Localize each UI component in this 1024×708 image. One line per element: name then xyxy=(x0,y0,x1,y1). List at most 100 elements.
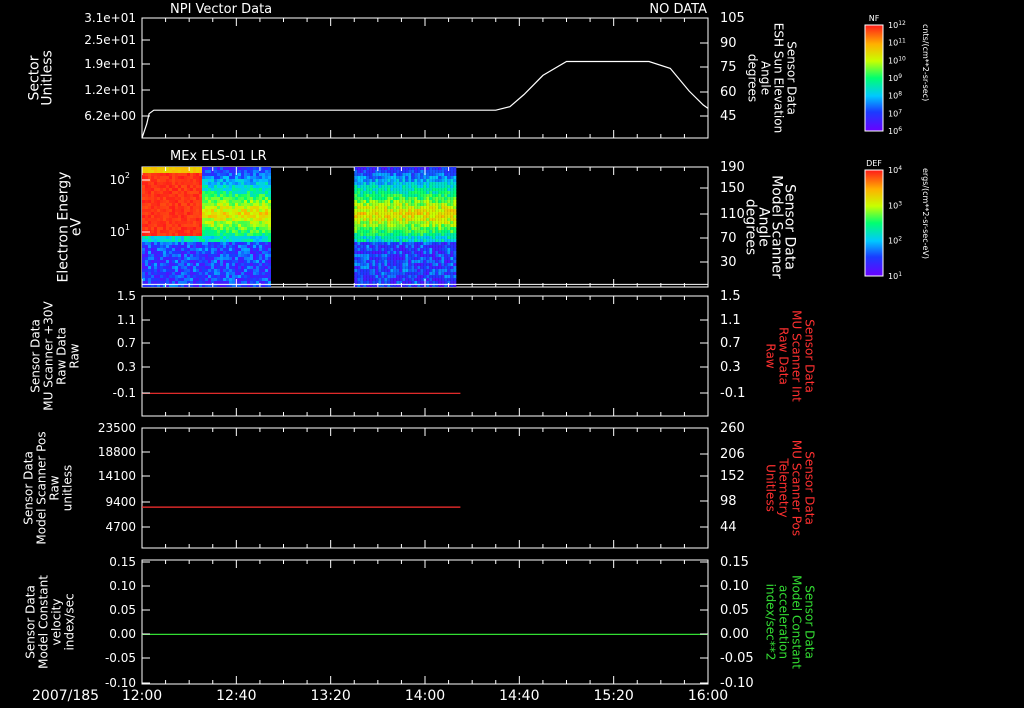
spectrogram-cell xyxy=(429,203,433,207)
spectrogram-cell xyxy=(390,170,394,174)
spectrogram-cell xyxy=(223,254,226,258)
spectrogram-cell xyxy=(396,224,400,228)
spectrogram-cell xyxy=(372,215,376,219)
spectrogram-cell xyxy=(211,203,214,207)
spectrogram-cell xyxy=(259,260,262,264)
spectrogram-cell xyxy=(354,263,358,267)
spectrogram-cell xyxy=(438,269,442,273)
spectrogram-cell xyxy=(369,203,373,207)
spectrogram-cell xyxy=(432,263,436,267)
spectrogram-cell xyxy=(235,194,238,198)
spectrogram-cell xyxy=(390,257,394,261)
spectrogram-cell xyxy=(378,173,382,177)
spectrogram-cell xyxy=(366,248,370,252)
spectrogram-cell xyxy=(366,221,370,225)
spectrogram-cell xyxy=(387,245,391,249)
spectrogram-cell xyxy=(366,176,370,180)
spectrogram-cell xyxy=(238,263,241,267)
spectrogram-cell xyxy=(175,182,178,186)
spectrogram-cell xyxy=(256,167,259,171)
spectrogram-cell xyxy=(226,200,229,204)
spectrogram-cell xyxy=(142,266,145,270)
spectrogram-cell xyxy=(450,212,454,216)
spectrogram-cell xyxy=(154,188,157,192)
spectrogram-cell xyxy=(366,272,370,276)
spectrogram-cell xyxy=(393,215,397,219)
spectrogram-cell xyxy=(208,227,211,231)
spectrogram-cell xyxy=(265,206,268,210)
spectrogram-cell xyxy=(354,245,358,249)
spectrogram-cell xyxy=(223,266,226,270)
spectrogram-cell xyxy=(390,182,394,186)
spectrogram-cell xyxy=(184,194,187,198)
spectrogram-cell xyxy=(211,242,214,246)
spectrogram-cell xyxy=(148,260,151,264)
spectrogram-cell xyxy=(429,191,433,195)
spectrogram-cell xyxy=(253,209,256,213)
spectrogram-cell xyxy=(357,257,361,261)
spectrogram-cell xyxy=(450,227,454,231)
spectrogram-cell xyxy=(220,206,223,210)
spectrogram-cell xyxy=(175,224,178,228)
right-axis-label-line: Raw Data xyxy=(777,327,791,385)
spectrogram-cell xyxy=(178,167,181,171)
spectrogram-cell xyxy=(354,275,358,279)
spectrogram-cell xyxy=(157,209,160,213)
spectrogram-cell xyxy=(402,167,406,171)
spectrogram-cell xyxy=(214,251,217,255)
spectrogram-cell xyxy=(232,251,235,255)
spectrogram-cell xyxy=(393,278,397,282)
spectrogram-cell xyxy=(417,245,421,249)
spectrogram-cell xyxy=(169,179,172,183)
spectrogram-cell xyxy=(450,257,454,261)
spectrogram-cell xyxy=(175,254,178,258)
spectrogram-cell xyxy=(169,266,172,270)
spectrogram-cell xyxy=(420,197,424,201)
spectrogram-cell xyxy=(405,275,409,279)
spectrogram-cell xyxy=(381,254,385,258)
spectrogram-cell xyxy=(196,224,199,228)
spectrogram-cell xyxy=(196,248,199,252)
spectrogram-cell xyxy=(411,272,415,276)
spectrogram-cell xyxy=(250,260,253,264)
spectrogram-cell xyxy=(199,209,202,213)
spectrogram-cell xyxy=(387,209,391,213)
spectrogram-cell xyxy=(450,173,454,177)
spectrogram-cell xyxy=(426,272,430,276)
spectrogram-cell xyxy=(154,254,157,258)
spectrogram-cell xyxy=(214,221,217,225)
spectrogram-cell xyxy=(441,254,445,258)
spectrogram-cell xyxy=(399,203,403,207)
spectrogram-cell xyxy=(357,263,361,267)
spectrogram-cell xyxy=(190,218,193,222)
spectrogram-cell xyxy=(217,269,220,273)
spectrogram-cell xyxy=(196,209,199,213)
spectrogram-cell xyxy=(268,167,271,171)
spectrogram-cell xyxy=(372,263,376,267)
spectrogram-cell xyxy=(238,194,241,198)
spectrogram-cell xyxy=(384,275,388,279)
spectrogram-cell xyxy=(378,218,382,222)
left-axis-label-line: Model Scanner Pos xyxy=(35,431,49,544)
y-tick-label-right: 110 xyxy=(720,207,745,222)
spectrogram-cell xyxy=(262,194,265,198)
spectrogram-cell xyxy=(187,269,190,273)
spectrogram-cell xyxy=(250,236,253,240)
spectrogram-cell xyxy=(414,278,418,282)
spectrogram-cell xyxy=(178,224,181,228)
spectrogram-cell xyxy=(429,185,433,189)
spectrogram-cell xyxy=(354,233,358,237)
spectrogram-cell xyxy=(441,263,445,267)
spectrogram-cell xyxy=(426,194,430,198)
y-tick-label-left: 0.7 xyxy=(117,336,136,350)
spectrogram-cell xyxy=(435,248,439,252)
spectrogram-cell xyxy=(151,170,154,174)
spectrogram-cell xyxy=(420,224,424,228)
spectrogram-cell xyxy=(166,170,169,174)
spectrogram-cell xyxy=(435,221,439,225)
spectrogram-cell xyxy=(363,272,367,276)
spectrogram-cell xyxy=(360,221,364,225)
spectrogram-cell xyxy=(247,272,250,276)
spectrogram-cell xyxy=(253,173,256,177)
colorbar-nf-name: NF xyxy=(869,14,880,23)
